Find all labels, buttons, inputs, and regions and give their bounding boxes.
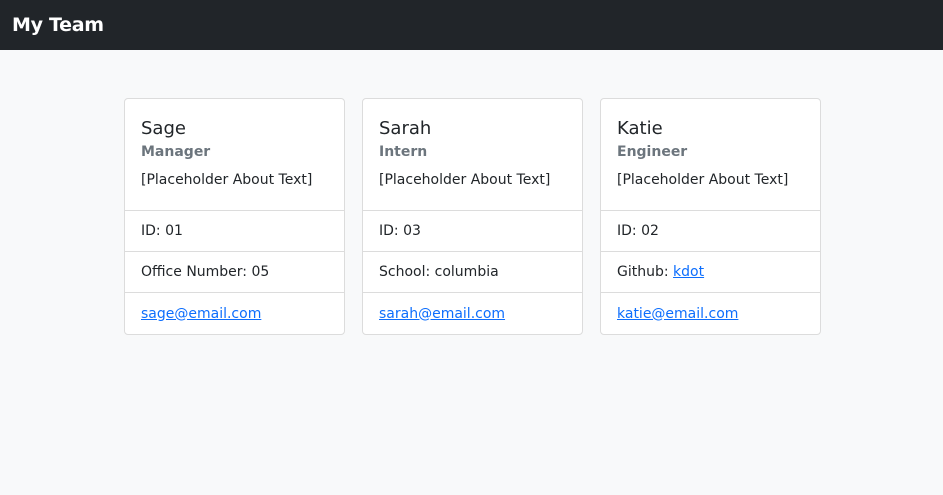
extra-value: 05 xyxy=(251,264,270,280)
employee-id: ID: 03 xyxy=(379,223,421,239)
extra-row: Github: kdot xyxy=(601,252,820,293)
card-body: Katie Engineer [Placeholder About Text] xyxy=(601,99,820,211)
extra-label: School: xyxy=(379,264,431,280)
employee-id: ID: 02 xyxy=(617,223,659,239)
email-row: sarah@email.com xyxy=(363,293,582,334)
email-link[interactable]: sarah@email.com xyxy=(379,306,505,322)
id-row: ID: 01 xyxy=(125,211,344,252)
extra-label: Office Number: xyxy=(141,264,248,280)
github-link[interactable]: kdot xyxy=(673,264,704,280)
team-cards: Sage Manager [Placeholder About Text] ID… xyxy=(124,98,821,335)
employee-role: Manager xyxy=(141,144,211,160)
extra-row: Office Number: 05 xyxy=(125,252,344,293)
employee-id: ID: 01 xyxy=(141,223,183,239)
employee-about: [Placeholder About Text] xyxy=(141,172,313,188)
employee-name: Katie xyxy=(617,118,663,139)
employee-card: Sage Manager [Placeholder About Text] ID… xyxy=(124,98,345,335)
employee-name: Sarah xyxy=(379,118,432,139)
card-body: Sarah Intern [Placeholder About Text] xyxy=(363,99,582,211)
extra-row: School: columbia xyxy=(363,252,582,293)
employee-card: Sarah Intern [Placeholder About Text] ID… xyxy=(362,98,583,335)
id-row: ID: 02 xyxy=(601,211,820,252)
email-link[interactable]: sage@email.com xyxy=(141,306,261,322)
employee-about: [Placeholder About Text] xyxy=(617,172,789,188)
card-body: Sage Manager [Placeholder About Text] xyxy=(125,99,344,211)
employee-role: Intern xyxy=(379,144,428,160)
id-row: ID: 03 xyxy=(363,211,582,252)
navbar: My Team xyxy=(0,0,943,50)
employee-about: [Placeholder About Text] xyxy=(379,172,551,188)
email-row: sage@email.com xyxy=(125,293,344,334)
employee-name: Sage xyxy=(141,118,186,139)
extra-value: columbia xyxy=(434,264,499,280)
email-row: katie@email.com xyxy=(601,293,820,334)
navbar-brand: My Team xyxy=(12,14,104,36)
email-link[interactable]: katie@email.com xyxy=(617,306,738,322)
employee-card: Katie Engineer [Placeholder About Text] … xyxy=(600,98,821,335)
extra-label: Github: xyxy=(617,264,669,280)
employee-role: Engineer xyxy=(617,144,688,160)
